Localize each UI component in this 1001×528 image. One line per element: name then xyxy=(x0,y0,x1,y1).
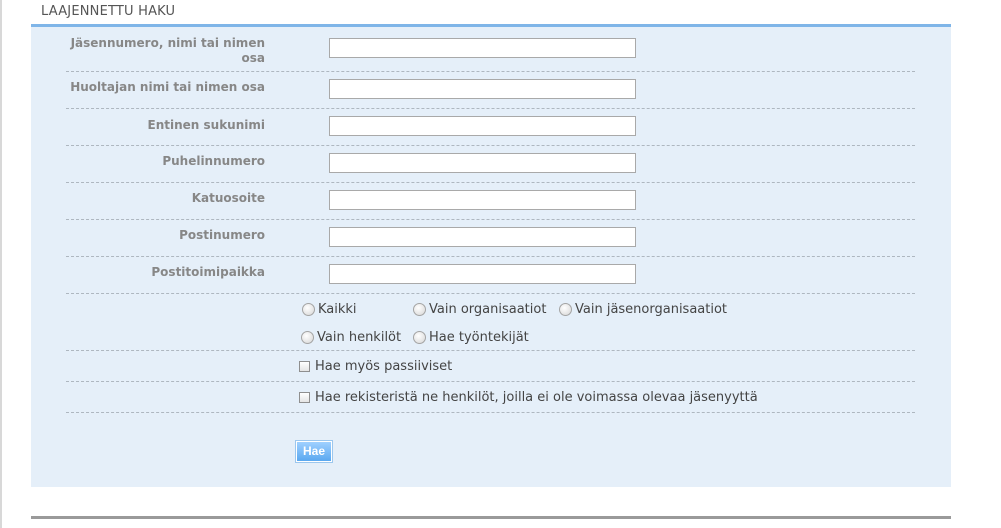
radio-persons-label: Vain henkilöt xyxy=(317,330,402,345)
radio-icon xyxy=(301,331,314,344)
guardian-name-input[interactable] xyxy=(329,79,636,99)
form-row-postcode: Postinumero xyxy=(66,220,915,257)
radio-persons-only[interactable]: Vain henkilöt xyxy=(301,330,401,345)
page-left-border xyxy=(0,0,2,528)
section-title: LAAJENNETTU HAKU xyxy=(41,4,176,19)
former-surname-label: Entinen sukunimi xyxy=(147,118,265,132)
radio-organisations-label: Vain organisaatiot xyxy=(429,302,547,317)
radio-icon xyxy=(413,331,426,344)
radio-search-employees[interactable]: Hae työntekijät xyxy=(413,330,529,345)
checkbox-no-active-membership[interactable]: Hae rekisteristä ne henkilöt, joilla ei … xyxy=(299,390,758,405)
street-address-input[interactable] xyxy=(329,190,636,210)
form-row-member: Jäsennumero, nimi tai nimen osa xyxy=(66,27,915,72)
form-row-guardian: Huoltajan nimi tai nimen osa xyxy=(66,72,915,109)
city-label: Postitoimipaikka xyxy=(151,265,265,279)
form-row-city: Postitoimipaikka xyxy=(66,257,915,294)
member-label-line2: osa xyxy=(241,51,265,65)
member-label: Jäsennumero, nimi tai nimen osa xyxy=(45,36,265,66)
checkbox-include-passive[interactable]: Hae myös passiiviset xyxy=(299,359,452,374)
form-row-passive: Hae myös passiiviset xyxy=(66,351,915,382)
form-row-phone: Puhelinnumero xyxy=(66,146,915,183)
postcode-input[interactable] xyxy=(329,227,636,247)
member-label-line1: Jäsennumero, nimi tai nimen xyxy=(70,36,265,50)
section-header: LAAJENNETTU HAKU xyxy=(31,0,951,27)
member-search-input[interactable] xyxy=(329,38,636,58)
phone-label: Puhelinnumero xyxy=(162,154,265,168)
radio-icon xyxy=(413,303,426,316)
checkbox-icon xyxy=(299,361,310,372)
city-input[interactable] xyxy=(329,264,636,284)
form-row-former-surname: Entinen sukunimi xyxy=(66,109,915,146)
former-surname-input[interactable] xyxy=(329,116,636,136)
radio-all[interactable]: Kaikki xyxy=(302,302,357,317)
radio-all-label: Kaikki xyxy=(318,302,357,317)
checkbox-no-membership-label: Hae rekisteristä ne henkilöt, joilla ei … xyxy=(315,390,758,405)
checkbox-passive-label: Hae myös passiiviset xyxy=(315,359,453,374)
form-row-search-type: Kaikki Vain organisaatiot Vain jäsenorga… xyxy=(66,294,915,351)
radio-member-organisations-only[interactable]: Vain jäsenorganisaatiot xyxy=(559,302,727,317)
phone-input[interactable] xyxy=(329,153,636,173)
form-row-no-membership: Hae rekisteristä ne henkilöt, joilla ei … xyxy=(66,382,915,413)
radio-employees-label: Hae työntekijät xyxy=(429,330,529,345)
radio-organisations-only[interactable]: Vain organisaatiot xyxy=(413,302,546,317)
search-button[interactable]: Hae xyxy=(294,440,334,463)
advanced-search-panel: Jäsennumero, nimi tai nimen osa Huoltaja… xyxy=(31,27,951,487)
radio-icon xyxy=(302,303,315,316)
checkbox-icon xyxy=(299,392,310,403)
radio-member-organisations-label: Vain jäsenorganisaatiot xyxy=(575,302,728,317)
street-label: Katuosoite xyxy=(191,191,265,205)
postcode-label: Postinumero xyxy=(179,228,265,242)
form-row-street: Katuosoite xyxy=(66,183,915,220)
guardian-label: Huoltajan nimi tai nimen osa xyxy=(70,80,265,94)
radio-icon xyxy=(559,303,572,316)
footer-divider xyxy=(31,516,951,519)
